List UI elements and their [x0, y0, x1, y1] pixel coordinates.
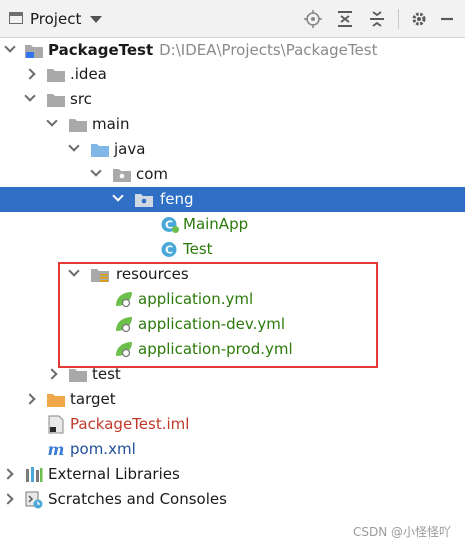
chevron-down-icon[interactable]: [4, 41, 16, 53]
tree-row-iml[interactable]: PackageTest.iml: [0, 412, 465, 437]
tree-row-java[interactable]: java: [0, 137, 465, 162]
chevron-right-icon[interactable]: [46, 368, 58, 380]
external-libraries-label: External Libraries: [48, 465, 180, 483]
chevron-down-icon[interactable]: [24, 90, 36, 102]
test-class-label: Test: [183, 240, 213, 258]
library-icon: [26, 467, 43, 482]
project-view-icon: [9, 12, 23, 24]
application-yml-label: application.yml: [138, 290, 254, 308]
class-icon: C: [161, 242, 177, 257]
tree-row-com[interactable]: com: [0, 162, 465, 187]
spring-boot-class-icon: C: [161, 217, 179, 233]
root-project-path: D:\IDEA\Projects\PackageTest: [159, 41, 378, 59]
chevron-down-icon[interactable]: [90, 165, 102, 177]
mainapp-class-label: MainApp: [183, 215, 249, 233]
tree-row-test-class[interactable]: C Test: [0, 237, 465, 262]
tree-row-external-libraries[interactable]: External Libraries: [0, 462, 465, 487]
tree-row-root[interactable]: PackageTest D:\IDEA\Projects\PackageTest: [0, 38, 465, 63]
com-package-label: com: [136, 165, 169, 183]
feng-package-label: feng: [160, 190, 194, 208]
test-folder-label: test: [92, 365, 121, 383]
watermark-text: CSDN @小怪怪吖: [352, 525, 451, 539]
tree-row-application-yml[interactable]: application.yml: [0, 287, 465, 312]
maven-icon: m: [48, 440, 65, 459]
scratches-label: Scratches and Consoles: [48, 490, 227, 508]
main-folder-label: main: [92, 115, 130, 133]
chevron-down-icon[interactable]: [68, 140, 80, 152]
tree-row-feng[interactable]: feng: [0, 187, 465, 212]
folder-icon: [47, 69, 65, 82]
chevron-right-icon[interactable]: [24, 68, 36, 80]
spring-config-icon: [116, 342, 132, 358]
module-folder-icon: [25, 45, 43, 58]
tree-row-application-prod-yml[interactable]: application-prod.yml: [0, 337, 465, 362]
tree-row-target[interactable]: target: [0, 387, 465, 412]
package-icon: [135, 194, 153, 207]
folder-icon: [47, 94, 65, 107]
collapse-all-icon[interactable]: [368, 10, 386, 28]
java-folder-label: java: [114, 140, 146, 158]
settings-gear-icon[interactable]: [410, 10, 428, 28]
application-dev-yml-label: application-dev.yml: [138, 315, 286, 333]
excluded-folder-icon: [47, 394, 65, 407]
expand-all-icon[interactable]: [336, 10, 354, 28]
chevron-right-icon[interactable]: [24, 393, 36, 405]
chevron-right-icon[interactable]: [2, 493, 14, 505]
tree-row-main[interactable]: main: [0, 112, 465, 137]
resources-folder-label: resources: [116, 265, 189, 283]
tree-row-pom[interactable]: m pom.xml: [0, 437, 465, 462]
source-folder-icon: [91, 144, 109, 157]
spring-config-icon: [116, 292, 132, 308]
tree-row-scratches[interactable]: Scratches and Consoles: [0, 487, 465, 512]
package-icon: [113, 169, 131, 182]
svg-text:m: m: [48, 440, 65, 459]
svg-text:C: C: [165, 244, 173, 257]
iml-file-label: PackageTest.iml: [70, 415, 190, 433]
tree-row-mainapp[interactable]: C MainApp: [0, 212, 465, 237]
tree-row-idea[interactable]: .idea: [0, 62, 465, 87]
tree-row-test-dir[interactable]: test: [0, 362, 465, 387]
folder-icon: [69, 369, 87, 382]
spring-config-icon: [116, 317, 132, 333]
target-folder-label: target: [70, 390, 116, 408]
tree-row-application-dev-yml[interactable]: application-dev.yml: [0, 312, 465, 337]
project-toolbar: Project: [0, 0, 465, 38]
toolbar-separator: [398, 9, 399, 29]
locate-icon[interactable]: [304, 10, 322, 28]
chevron-down-icon[interactable]: [90, 16, 102, 23]
project-view-title[interactable]: Project: [30, 10, 81, 28]
module-file-icon: [48, 415, 64, 434]
hide-minus-icon[interactable]: [438, 10, 456, 28]
resources-folder-icon: [91, 269, 109, 282]
chevron-down-icon[interactable]: [112, 190, 124, 202]
chevron-right-icon[interactable]: [2, 468, 14, 480]
tree-row-resources[interactable]: resources: [0, 262, 465, 287]
svg-text:C: C: [165, 219, 173, 232]
chevron-down-icon[interactable]: [46, 115, 58, 127]
pom-file-label: pom.xml: [70, 440, 136, 458]
root-project-name: PackageTest: [48, 41, 154, 59]
application-prod-yml-label: application-prod.yml: [138, 340, 293, 358]
src-folder-label: src: [70, 90, 92, 108]
scratches-icon: [25, 491, 43, 509]
project-tree: PackageTest D:\IDEA\Projects\PackageTest …: [0, 38, 465, 548]
idea-folder-label: .idea: [70, 65, 107, 83]
chevron-down-icon[interactable]: [68, 265, 80, 277]
tree-row-src[interactable]: src: [0, 87, 465, 112]
folder-icon: [69, 119, 87, 132]
